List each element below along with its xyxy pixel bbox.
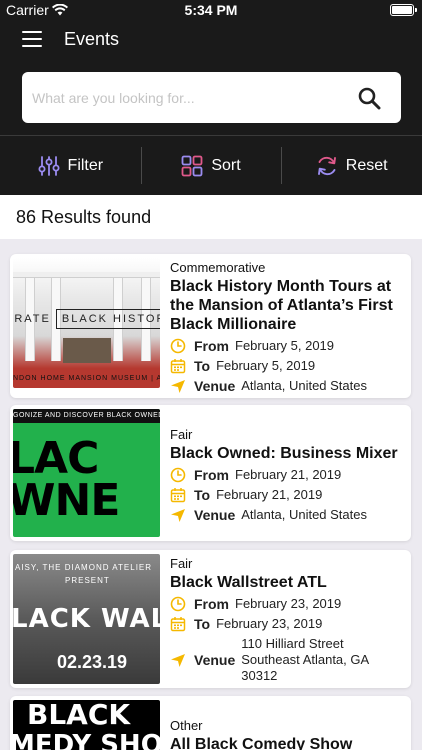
event-info: Other All Black Comedy Show <box>170 718 403 750</box>
location-arrow-icon <box>171 380 185 393</box>
event-thumbnail: BLACK MEDY SHO <box>13 700 160 750</box>
event-venue-row: Venue Atlanta, United States <box>170 378 403 394</box>
thumb-text-line1: BLACK <box>27 700 131 731</box>
event-title: Black History Month Tours at the Mansion… <box>170 278 393 333</box>
event-to-row: To February 5, 2019 <box>170 358 403 374</box>
event-venue-row: Venue 110 Hilliard Street Southeast Atla… <box>170 636 403 684</box>
event-category: Fair <box>170 427 193 442</box>
event-info: Commemorative Black History Month Tours … <box>170 260 403 394</box>
to-date: February 23, 2019 <box>216 616 323 631</box>
sort-grid-icon <box>181 155 203 176</box>
event-from-row: From February 21, 2019 <box>170 467 403 483</box>
filter-label: Filter <box>67 156 104 174</box>
to-label: To <box>194 487 211 503</box>
reset-refresh-icon <box>317 156 336 175</box>
battery-icon <box>390 4 417 16</box>
search-icon[interactable] <box>357 86 381 110</box>
thumb-text-line2: PRESENT <box>65 576 110 585</box>
to-date: February 5, 2019 <box>216 358 316 373</box>
event-from-row: From February 23, 2019 <box>170 596 403 612</box>
event-category: Fair <box>170 556 193 571</box>
action-bar: Filter Sort Reset <box>0 136 422 195</box>
thumb-big-text: LACK WALLS <box>13 604 160 634</box>
results-header: 86 Results found <box>0 195 422 239</box>
venue-value: Atlanta, United States <box>241 507 367 522</box>
thumb-date-text: 02.23.19 <box>57 652 128 672</box>
event-thumbnail: GONIZE AND DISCOVER BLACK OWNED B LAC WN… <box>13 409 160 537</box>
page-title: Events <box>64 29 120 49</box>
calendar-icon <box>170 359 186 374</box>
clock: 5:34 PM <box>184 2 238 18</box>
event-title: Black Wallstreet ATL <box>170 574 327 591</box>
location-arrow-icon <box>171 654 185 667</box>
thumb-text-line1: LAC <box>13 433 99 484</box>
event-info: Fair Black Owned: Business Mixer From Fe… <box>170 411 403 523</box>
location-arrow-icon <box>171 509 185 522</box>
thumb-banner-box: BLACK HISTOR <box>55 309 160 329</box>
to-label: To <box>194 358 211 374</box>
event-card[interactable]: BRATE BLACK HISTOR NDON HOME MANSION MUS… <box>10 254 411 398</box>
from-label: From <box>194 467 229 483</box>
thumb-text-line1: AISY, THE DIAMOND ATELIER <box>15 563 153 572</box>
sort-label: Sort <box>211 156 241 174</box>
event-category: Commemorative <box>170 260 266 275</box>
venue-value: Atlanta, United States <box>241 378 367 393</box>
event-card[interactable]: BLACK MEDY SHO Other All Black Comedy Sh… <box>10 696 411 750</box>
clock-icon <box>170 338 186 354</box>
thumb-text-line2: MEDY SHO <box>13 730 160 750</box>
nav-bar: Events <box>0 20 422 60</box>
sort-button[interactable]: Sort <box>140 136 282 195</box>
thumb-text-line2: WNE <box>13 475 120 526</box>
event-list[interactable]: BRATE BLACK HISTOR NDON HOME MANSION MUS… <box>0 239 422 750</box>
from-date: February 21, 2019 <box>235 467 342 482</box>
search-area <box>0 60 422 135</box>
calendar-icon <box>170 488 186 503</box>
results-count: 86 Results found <box>16 207 152 227</box>
clock-icon <box>170 467 186 483</box>
event-title: Black Owned: Business Mixer <box>170 445 398 462</box>
thumb-top-text: GONIZE AND DISCOVER BLACK OWNED B <box>13 409 160 423</box>
event-info: Fair Black Wallstreet ATL From February … <box>170 556 403 684</box>
reset-button[interactable]: Reset <box>281 136 422 195</box>
from-date: February 23, 2019 <box>235 596 342 611</box>
event-card[interactable]: GONIZE AND DISCOVER BLACK OWNED B LAC WN… <box>10 405 411 541</box>
from-date: February 5, 2019 <box>235 338 335 353</box>
clock-icon <box>170 596 186 612</box>
filter-sliders-icon <box>38 155 60 176</box>
venue-label: Venue <box>194 507 236 523</box>
reset-label: Reset <box>345 156 388 174</box>
event-from-row: From February 5, 2019 <box>170 338 403 354</box>
to-date: February 21, 2019 <box>216 487 323 502</box>
filter-button[interactable]: Filter <box>0 136 141 195</box>
event-category: Other <box>170 718 203 733</box>
hamburger-menu-icon[interactable] <box>22 31 42 47</box>
thumb-footer-text: NDON HOME MANSION MUSEUM | A <box>13 375 160 382</box>
event-to-row: To February 23, 2019 <box>170 616 403 632</box>
venue-label: Venue <box>194 378 236 394</box>
calendar-icon <box>170 617 186 632</box>
to-label: To <box>194 616 211 632</box>
from-label: From <box>194 596 229 612</box>
venue-label: Venue <box>194 652 236 668</box>
search-input[interactable] <box>32 72 352 123</box>
event-card[interactable]: AISY, THE DIAMOND ATELIER PRESENT LACK W… <box>10 550 411 688</box>
venue-value: 110 Hilliard Street Southeast Atlanta, G… <box>241 636 370 683</box>
from-label: From <box>194 338 229 354</box>
search-box[interactable] <box>22 72 401 123</box>
event-venue-row: Venue Atlanta, United States <box>170 507 403 523</box>
event-thumbnail: BRATE BLACK HISTOR NDON HOME MANSION MUS… <box>13 258 160 388</box>
event-to-row: To February 21, 2019 <box>170 487 403 503</box>
thumb-banner-text: BRATE <box>13 313 51 325</box>
event-title: All Black Comedy Show <box>170 736 353 750</box>
status-bar: Carrier 5:34 PM <box>0 0 422 20</box>
event-thumbnail: AISY, THE DIAMOND ATELIER PRESENT LACK W… <box>13 554 160 684</box>
